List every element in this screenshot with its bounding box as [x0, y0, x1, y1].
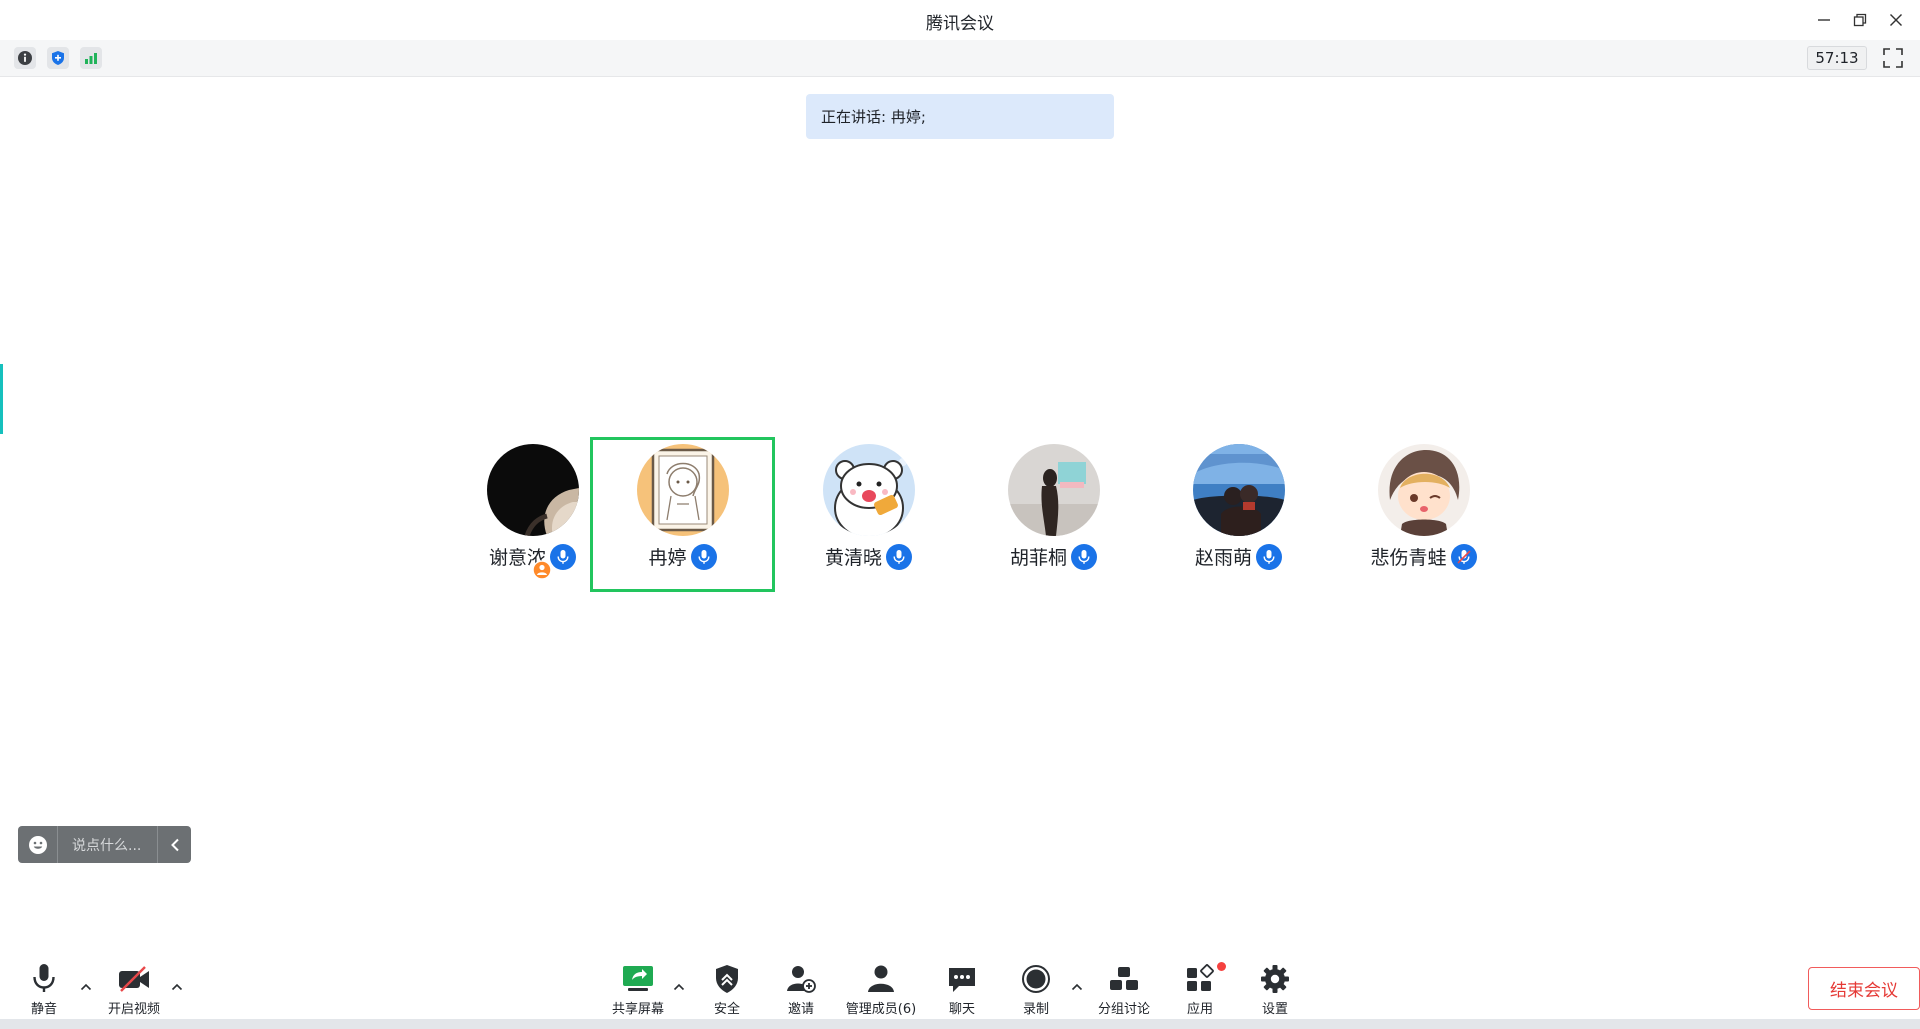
minimize-button[interactable]	[1806, 6, 1842, 34]
share-screen-label: 共享屏幕	[611, 1002, 664, 1017]
avatar	[1192, 444, 1285, 536]
invite-label: 邀请	[787, 1002, 814, 1017]
host-icon	[532, 560, 552, 580]
participant-gallery: 谢意浓 冉婷 黄清晓 胡菲桐 赵雨萌 悲伤青蛙	[440, 437, 1480, 592]
participant-tile[interactable]: 悲伤青蛙	[1331, 437, 1516, 592]
participant-name: 悲伤青蛙	[1370, 547, 1447, 569]
close-button[interactable]	[1878, 6, 1914, 34]
info-icon	[18, 51, 32, 65]
record-icon	[1021, 962, 1051, 996]
apps-button[interactable]: 应用	[1182, 962, 1218, 1017]
share-options-chevron-up-icon[interactable]	[672, 980, 686, 994]
minimize-icon	[1818, 19, 1830, 21]
start-video-button[interactable]: 开启视频	[106, 962, 162, 1017]
chevron-left-icon	[170, 838, 179, 851]
participant-name: 黄清晓	[824, 547, 882, 569]
restore-button[interactable]	[1842, 6, 1878, 34]
smiley-icon	[28, 835, 47, 854]
participant-tile[interactable]: 赵雨萌	[1146, 437, 1331, 592]
fullscreen-button[interactable]	[1882, 47, 1904, 69]
mic-on-icon[interactable]	[886, 543, 912, 570]
breakout-rooms-button[interactable]: 分组讨论	[1096, 962, 1152, 1017]
window-title: 腾讯会议	[926, 14, 994, 34]
apps-grid-icon	[1185, 962, 1215, 996]
mic-on-icon[interactable]	[550, 543, 576, 570]
close-icon	[1890, 14, 1902, 26]
notification-dot	[1217, 962, 1226, 971]
mic-on-icon[interactable]	[1256, 543, 1282, 570]
meeting-toolbar: 静音 开启视频 共享屏幕 安全 邀请 管理成员(6) 聊天 录制 分组讨论 应用…	[0, 950, 1920, 1019]
avatar	[636, 444, 729, 536]
breakout-rooms-icon	[1108, 962, 1140, 996]
share-screen-icon	[622, 962, 654, 996]
camera-off-icon	[117, 962, 151, 996]
microphone-icon	[31, 962, 57, 996]
record-label: 录制	[1022, 1002, 1049, 1017]
mute-label: 静音	[30, 1002, 57, 1017]
apps-label: 应用	[1186, 1002, 1213, 1017]
collapse-chat-button[interactable]	[157, 826, 191, 863]
avatar	[1377, 444, 1470, 536]
avatar	[1007, 444, 1100, 536]
mic-on-icon[interactable]	[690, 543, 717, 570]
avatar	[486, 444, 579, 536]
emoji-button[interactable]	[18, 826, 58, 863]
participant-tile[interactable]: 胡菲桐	[961, 437, 1146, 592]
record-options-chevron-up-icon[interactable]	[1070, 980, 1084, 994]
end-meeting-button[interactable]: 结束会议	[1808, 967, 1920, 1010]
shield-icon	[714, 962, 740, 996]
security-button[interactable]: 安全	[709, 962, 745, 1017]
manage-members-label: 管理成员(6)	[845, 1002, 917, 1017]
participant-tile-active-speaker[interactable]: 冉婷	[590, 437, 775, 592]
side-panel-handle[interactable]	[0, 364, 3, 434]
fullscreen-icon	[1883, 48, 1903, 68]
audio-options-chevron-up-icon[interactable]	[79, 980, 93, 994]
signal-bars-icon	[85, 53, 97, 64]
chat-button[interactable]: 聊天	[944, 962, 980, 1017]
participant-name: 赵雨萌	[1194, 547, 1252, 569]
speaking-banner: 正在讲话: 冉婷;	[806, 94, 1114, 139]
breakout-rooms-label: 分组讨论	[1097, 1002, 1150, 1017]
security-status-button[interactable]	[47, 47, 69, 69]
mute-button[interactable]: 静音	[26, 962, 62, 1017]
gear-icon	[1260, 962, 1290, 996]
avatar	[822, 444, 915, 536]
invite-button[interactable]: 邀请	[783, 962, 819, 1017]
shield-plus-icon	[52, 51, 64, 65]
security-label: 安全	[713, 1002, 740, 1017]
quick-chat-bar: 说点什么...	[18, 826, 191, 863]
manage-members-button[interactable]: 管理成员(6)	[845, 962, 917, 1017]
record-button[interactable]: 录制	[1018, 962, 1054, 1017]
members-icon	[866, 962, 896, 996]
title-bar: 腾讯会议	[0, 0, 1920, 40]
meeting-info-bar: 57:13	[0, 40, 1920, 77]
chat-label: 聊天	[948, 1002, 975, 1017]
share-screen-button[interactable]: 共享屏幕	[610, 962, 666, 1017]
bottom-edge	[0, 1019, 1920, 1029]
mic-muted-icon[interactable]	[1450, 543, 1477, 570]
participant-name: 冉婷	[648, 547, 687, 569]
participant-name: 胡菲桐	[1009, 547, 1067, 569]
meeting-timer: 57:13	[1807, 46, 1867, 70]
network-status-button[interactable]	[80, 47, 102, 69]
chat-bubble-icon	[947, 962, 977, 996]
participant-tile[interactable]: 黄清晓	[776, 437, 961, 592]
chat-input[interactable]: 说点什么...	[58, 835, 157, 855]
start-video-label: 开启视频	[107, 1002, 160, 1017]
mic-on-icon[interactable]	[1071, 543, 1097, 570]
settings-button[interactable]: 设置	[1257, 962, 1293, 1017]
add-user-icon	[786, 962, 816, 996]
settings-label: 设置	[1261, 1002, 1288, 1017]
restore-icon	[1853, 13, 1867, 27]
video-options-chevron-up-icon[interactable]	[170, 980, 184, 994]
meeting-info-button[interactable]	[14, 47, 36, 69]
